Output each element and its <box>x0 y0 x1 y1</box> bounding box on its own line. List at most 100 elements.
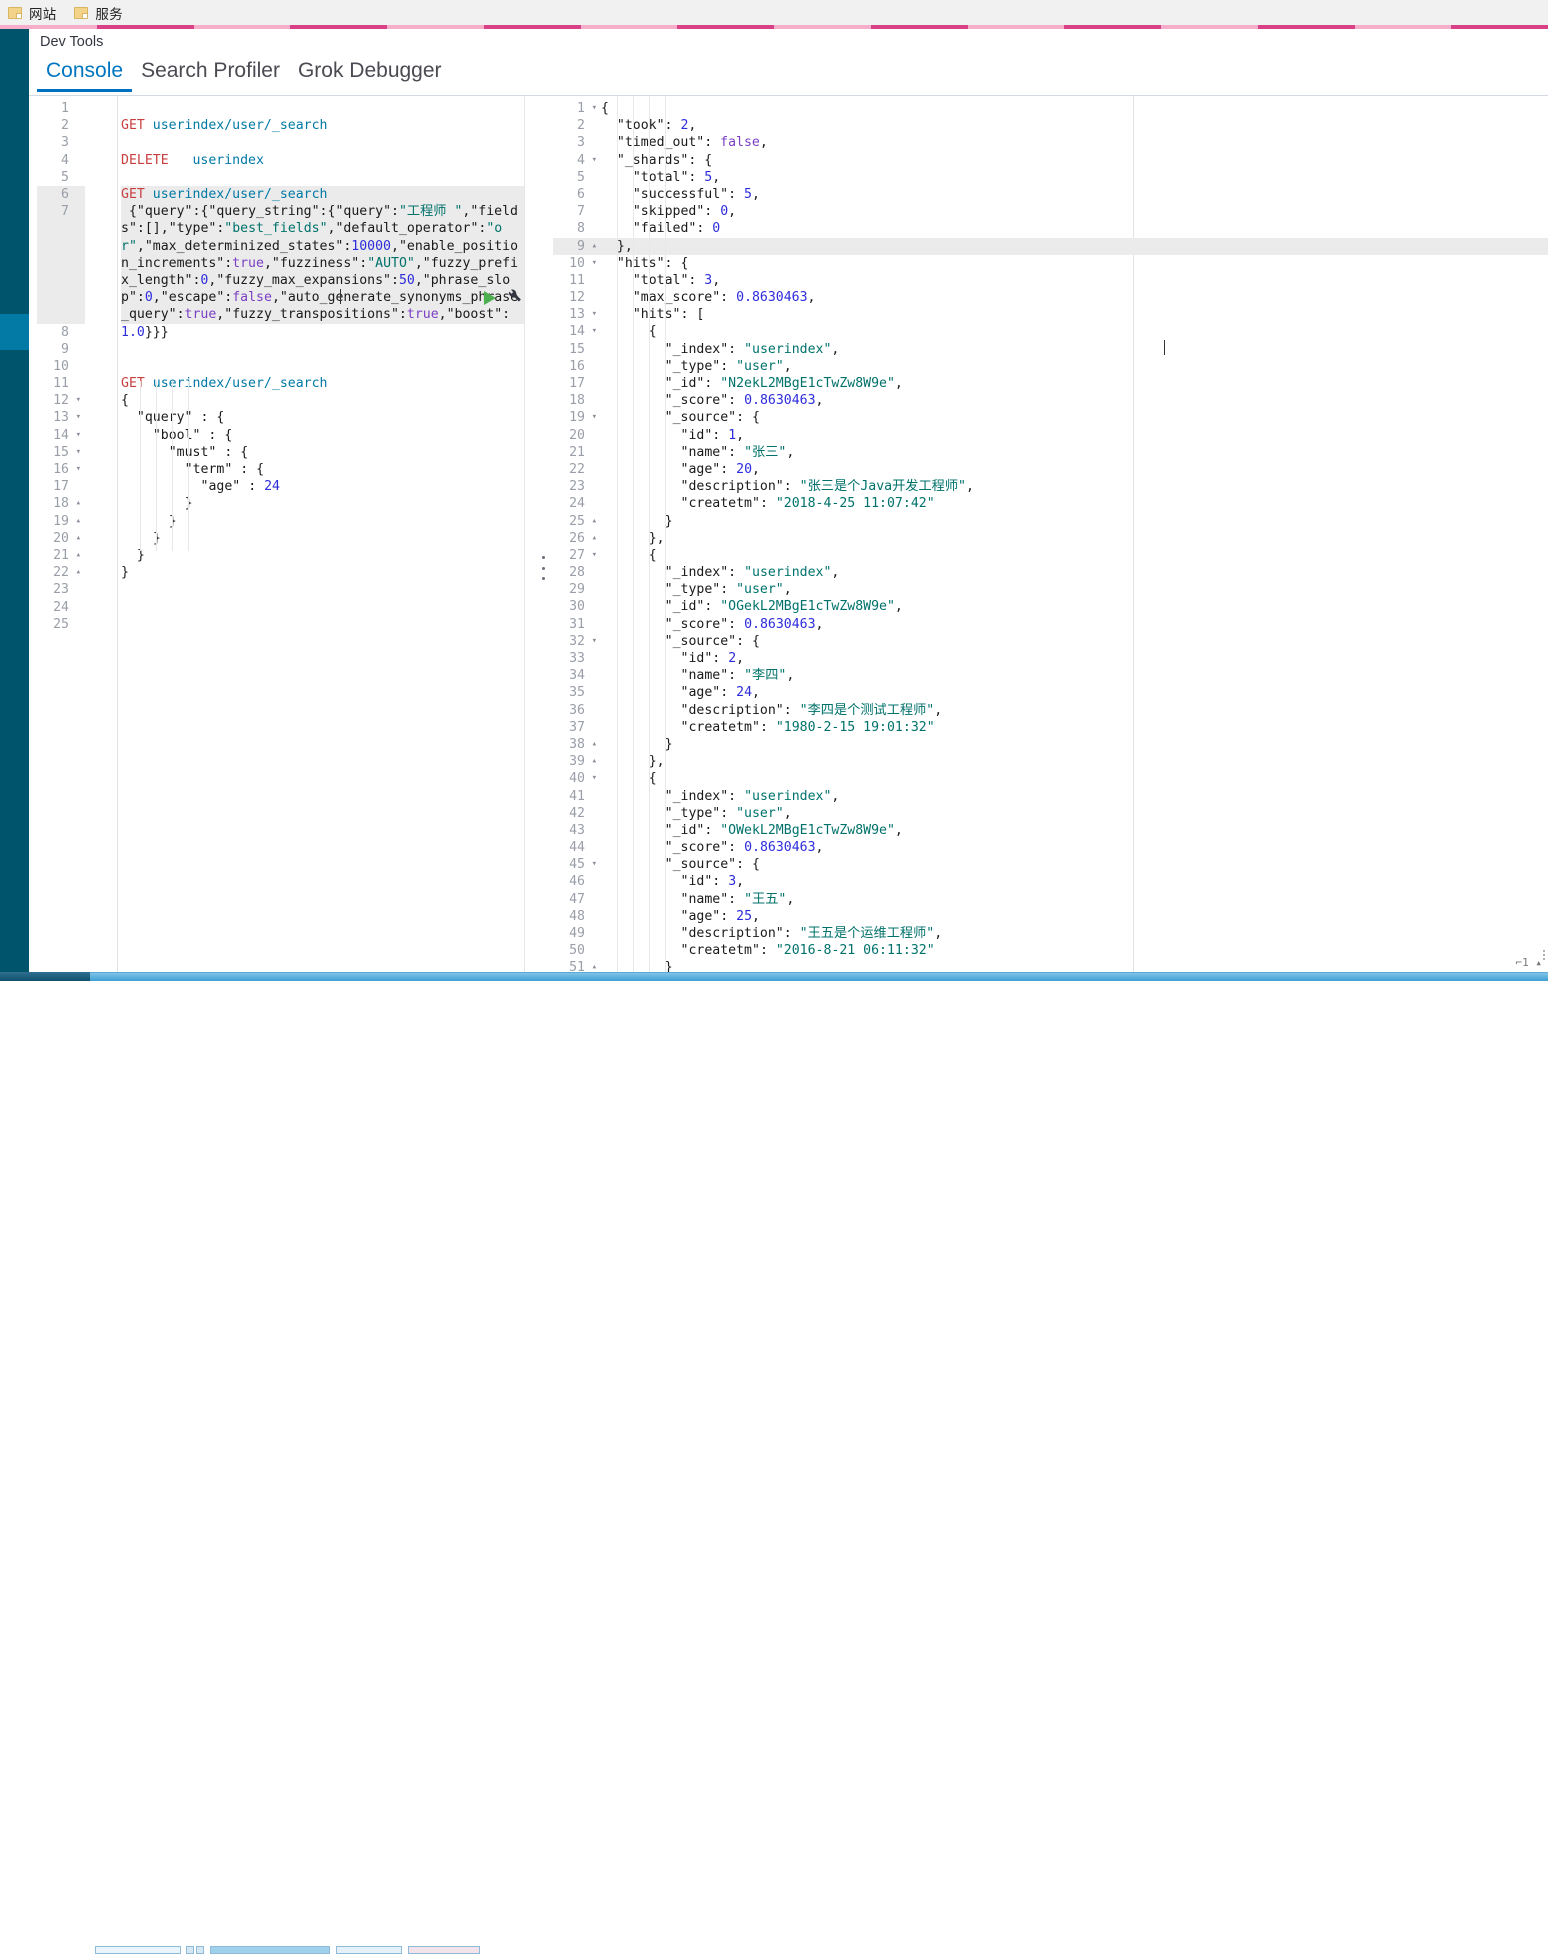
code-line[interactable]: "_id": "OWekL2MBgE1cTwZw8W9e", <box>601 822 1548 839</box>
code-line[interactable]: "_source": { <box>601 409 1548 426</box>
code-line[interactable]: "total": 5, <box>601 169 1548 186</box>
fold-down-icon[interactable]: ▾ <box>592 323 597 340</box>
fold-down-icon[interactable]: ▾ <box>76 409 81 426</box>
code-line[interactable] <box>121 358 524 375</box>
taskbar-window-2[interactable] <box>186 1946 194 1954</box>
taskbar-window-5[interactable] <box>336 1946 402 1954</box>
code-line[interactable]: "_index": "userindex", <box>601 788 1548 805</box>
code-line[interactable]: } <box>121 530 524 547</box>
code-line[interactable]: "description": "王五是个运维工程师", <box>601 925 1548 942</box>
tab-search-profiler[interactable]: Search Profiler <box>132 60 289 92</box>
code-line[interactable]: "_type": "user", <box>601 581 1548 598</box>
code-line[interactable] <box>121 324 524 341</box>
code-line[interactable]: "id": 1, <box>601 427 1548 444</box>
os-taskbar[interactable] <box>0 972 1548 1954</box>
response-editor-pane[interactable]: 1 ▾ 2 3 4 ▾ 5 6 7 8 9 ▴ 10 ▾ 11 12 13 ▾ 14 ▾ 15 16 17 18 19 ▾ 20 21… <box>553 96 1548 972</box>
code-line[interactable]: "bool" : { <box>121 427 524 444</box>
fold-down-icon[interactable]: ▾ <box>592 306 597 323</box>
kibana-side-nav[interactable] <box>0 29 29 972</box>
code-line[interactable] <box>121 599 524 616</box>
fold-down-icon[interactable]: ▾ <box>592 856 597 873</box>
code-line[interactable]: "_index": "userindex", <box>601 564 1548 581</box>
code-line[interactable]: "description": "张三是个Java开发工程师", <box>601 478 1548 495</box>
wrench-icon[interactable] <box>505 289 522 306</box>
code-line[interactable]: "createtm": "2016-8-21 06:11:32" <box>601 942 1548 959</box>
code-line[interactable] <box>121 581 524 598</box>
sidebar-item-active[interactable] <box>0 314 29 350</box>
taskbar-window-1[interactable] <box>95 1946 181 1954</box>
code-line[interactable]: GET userindex/user/_search <box>121 185 524 204</box>
code-line[interactable]: "hits": [ <box>601 306 1548 323</box>
code-line[interactable]: "successful": 5, <box>601 186 1548 203</box>
fold-down-icon[interactable]: ▾ <box>592 152 597 169</box>
code-line[interactable]: "_score": 0.8630463, <box>601 616 1548 633</box>
fold-up-icon[interactable]: ▴ <box>76 530 81 547</box>
code-line[interactable]: "hits": { <box>601 255 1548 272</box>
code-line[interactable]: "description": "李四是个测试工程师", <box>601 702 1548 719</box>
code-line[interactable]: "name": "王五", <box>601 891 1548 908</box>
code-line[interactable]: { <box>121 392 524 409</box>
bookmark-item[interactable]: 服务 <box>74 3 123 23</box>
fold-up-icon[interactable]: ▴ <box>592 959 597 972</box>
code-line[interactable]: } <box>601 736 1548 753</box>
code-line[interactable]: "createtm": "2018-4-25 11:07:42" <box>601 495 1548 512</box>
fold-up-icon[interactable]: ▴ <box>76 513 81 530</box>
fold-down-icon[interactable]: ▾ <box>76 392 81 409</box>
fold-down-icon[interactable]: ▾ <box>592 547 597 564</box>
code-line[interactable]: {"query":{"query_string":{"query":"工程师 "… <box>121 203 524 340</box>
code-line[interactable]: "name": "李四", <box>601 667 1548 684</box>
code-line[interactable]: GET userindex/user/_search <box>121 117 524 134</box>
code-line[interactable] <box>121 616 524 633</box>
code-line[interactable]: "max_score": 0.8630463, <box>601 289 1548 306</box>
fold-down-icon[interactable]: ▾ <box>592 633 597 650</box>
tab-grok-debugger[interactable]: Grok Debugger <box>289 60 451 92</box>
code-line[interactable] <box>121 134 524 151</box>
code-line[interactable]: "must" : { <box>121 444 524 461</box>
fold-up-icon[interactable]: ▴ <box>592 513 597 530</box>
fold-down-icon[interactable]: ▾ <box>76 427 81 444</box>
code-line[interactable]: "id": 2, <box>601 650 1548 667</box>
code-line[interactable]: "term" : { <box>121 461 524 478</box>
code-line[interactable]: }, <box>601 530 1548 547</box>
code-line[interactable]: "failed": 0 <box>601 220 1548 237</box>
fold-up-icon[interactable]: ▴ <box>592 736 597 753</box>
code-line[interactable]: { <box>601 323 1548 340</box>
taskbar-start-button[interactable] <box>0 972 90 981</box>
code-line[interactable]: "age" : 24 <box>121 478 524 495</box>
code-line[interactable]: "id": 3, <box>601 873 1548 890</box>
code-line[interactable]: "age": 24, <box>601 684 1548 701</box>
code-line[interactable]: { <box>601 547 1548 564</box>
code-line[interactable]: "_source": { <box>601 856 1548 873</box>
code-line[interactable]: "_shards": { <box>601 152 1548 169</box>
code-line[interactable]: "age": 20, <box>601 461 1548 478</box>
pane-resize-handle[interactable] <box>540 556 547 580</box>
code-line[interactable]: DELETE userindex <box>121 152 524 169</box>
code-line[interactable]: "name": "张三", <box>601 444 1548 461</box>
taskbar-window-3[interactable] <box>196 1946 204 1954</box>
response-code[interactable]: { "took": 2, "timed_out": false, "_shard… <box>601 100 1548 972</box>
code-line[interactable]: "total": 3, <box>601 272 1548 289</box>
fold-up-icon[interactable]: ▴ <box>592 530 597 547</box>
code-line[interactable]: "age": 25, <box>601 908 1548 925</box>
code-line[interactable]: "_score": 0.8630463, <box>601 839 1548 856</box>
code-line[interactable]: } <box>601 959 1548 972</box>
code-line[interactable]: "timed_out": false, <box>601 134 1548 151</box>
taskbar-window-4[interactable] <box>210 1946 330 1954</box>
code-line[interactable]: } <box>601 513 1548 530</box>
bookmark-item[interactable]: 网站 <box>8 3 56 23</box>
fold-up-icon[interactable]: ▴ <box>592 238 597 255</box>
code-line[interactable]: { <box>601 770 1548 787</box>
code-line[interactable]: "_id": "OGekL2MBgE1cTwZw8W9e", <box>601 598 1548 615</box>
fold-up-icon[interactable]: ▴ <box>76 547 81 564</box>
code-line[interactable] <box>121 169 524 186</box>
code-line[interactable]: "skipped": 0, <box>601 203 1548 220</box>
code-line[interactable]: { <box>601 100 1548 117</box>
code-line[interactable]: "_score": 0.8630463, <box>601 392 1548 409</box>
request-actions[interactable] <box>484 289 522 306</box>
code-line[interactable]: GET userindex/user/_search <box>121 375 524 392</box>
code-line[interactable]: "createtm": "1980-2-15 19:01:32" <box>601 719 1548 736</box>
code-line[interactable]: } <box>121 547 524 564</box>
code-line[interactable]: "query" : { <box>121 409 524 426</box>
fold-down-icon[interactable]: ▾ <box>592 770 597 787</box>
fold-up-icon[interactable]: ▴ <box>76 564 81 581</box>
